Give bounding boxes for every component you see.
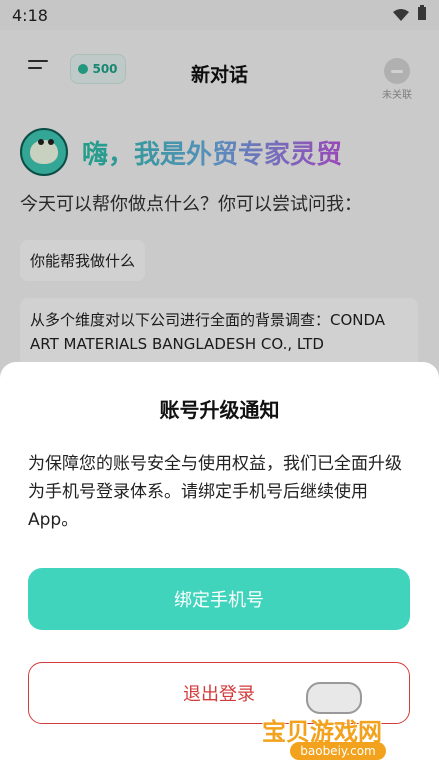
watermark-url: baobeiy.com xyxy=(290,742,386,760)
gamepad-icon xyxy=(306,682,362,714)
dialog-body: 为保障您的账号安全与使用权益，我们已全面升级为手机号登录体系。请绑定手机号后继续… xyxy=(28,454,402,530)
bind-phone-button[interactable]: 绑定手机号 xyxy=(28,568,410,630)
dialog-title: 账号升级通知 xyxy=(159,398,280,422)
watermark-logo: 宝贝游戏网 baobeiy.com xyxy=(262,676,418,768)
